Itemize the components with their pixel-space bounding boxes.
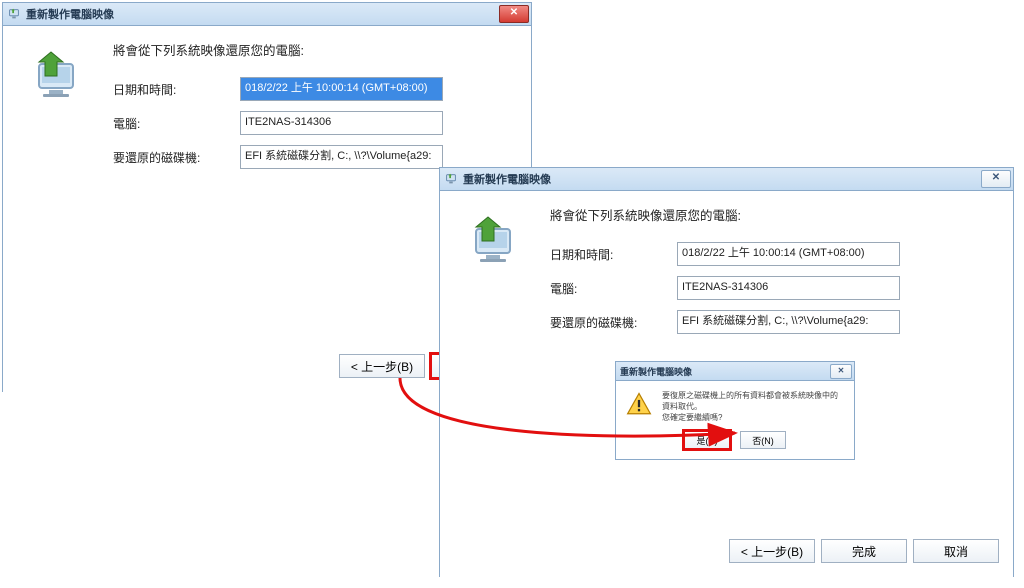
- reimage-wizard-window-confirm: 重新製作電腦映像 ✕ 將會從下列系統映像還原您的電腦: 日期和時間: 018/2…: [439, 167, 1014, 577]
- label-datetime: 日期和時間:: [113, 81, 228, 98]
- label-computer: 電腦:: [550, 280, 665, 297]
- headline: 將會從下列系統映像還原您的電腦:: [113, 40, 513, 59]
- confirm-no-button[interactable]: 否(N): [740, 431, 786, 449]
- field-disks: EFI 系統磁碟分割, C:, \\?\Volume{a29:: [240, 145, 443, 169]
- back-button[interactable]: < 上一步(B): [339, 354, 425, 378]
- field-computer: ITE2NAS-314306: [240, 111, 443, 135]
- app-icon: [444, 172, 458, 186]
- close-button[interactable]: ✕: [981, 170, 1011, 188]
- cancel-button[interactable]: 取消: [913, 539, 999, 563]
- restore-hero-icon: [458, 211, 522, 275]
- field-disks: EFI 系統磁碟分割, C:, \\?\Volume{a29:: [677, 310, 900, 334]
- confirm-close-button[interactable]: ✕: [830, 364, 852, 379]
- field-datetime[interactable]: 018/2/22 上午 10:00:14 (GMT+08:00): [240, 77, 443, 101]
- confirm-title: 重新製作電腦映像: [620, 365, 692, 378]
- window-title: 重新製作電腦映像: [463, 171, 551, 187]
- confirm-dialog: 重新製作電腦映像 ✕ 要復原之磁碟機上的所有資料都會被系統映像中的資料取代。 您…: [615, 361, 855, 460]
- back-button[interactable]: < 上一步(B): [729, 539, 815, 563]
- label-datetime: 日期和時間:: [550, 246, 665, 263]
- label-computer: 電腦:: [113, 115, 228, 132]
- warning-icon: [626, 391, 652, 417]
- confirm-titlebar: 重新製作電腦映像 ✕: [616, 362, 854, 381]
- window-title: 重新製作電腦映像: [26, 6, 114, 22]
- label-disks: 要還原的磁碟機:: [550, 314, 665, 331]
- restore-hero-icon: [21, 46, 85, 110]
- field-datetime: 018/2/22 上午 10:00:14 (GMT+08:00): [677, 242, 900, 266]
- label-disks: 要還原的磁碟機:: [113, 149, 228, 166]
- titlebar: 重新製作電腦映像 ✕: [440, 168, 1013, 191]
- confirm-message: 要復原之磁碟機上的所有資料都會被系統映像中的資料取代。 您確定要繼續嗎?: [662, 391, 844, 423]
- close-button[interactable]: ✕: [499, 5, 529, 23]
- app-icon: [7, 7, 21, 21]
- titlebar: 重新製作電腦映像 ✕: [3, 3, 531, 26]
- field-computer: ITE2NAS-314306: [677, 276, 900, 300]
- headline: 將會從下列系統映像還原您的電腦:: [550, 205, 995, 224]
- finish-button[interactable]: 完成: [821, 539, 907, 563]
- confirm-yes-button[interactable]: 是(Y): [684, 431, 730, 449]
